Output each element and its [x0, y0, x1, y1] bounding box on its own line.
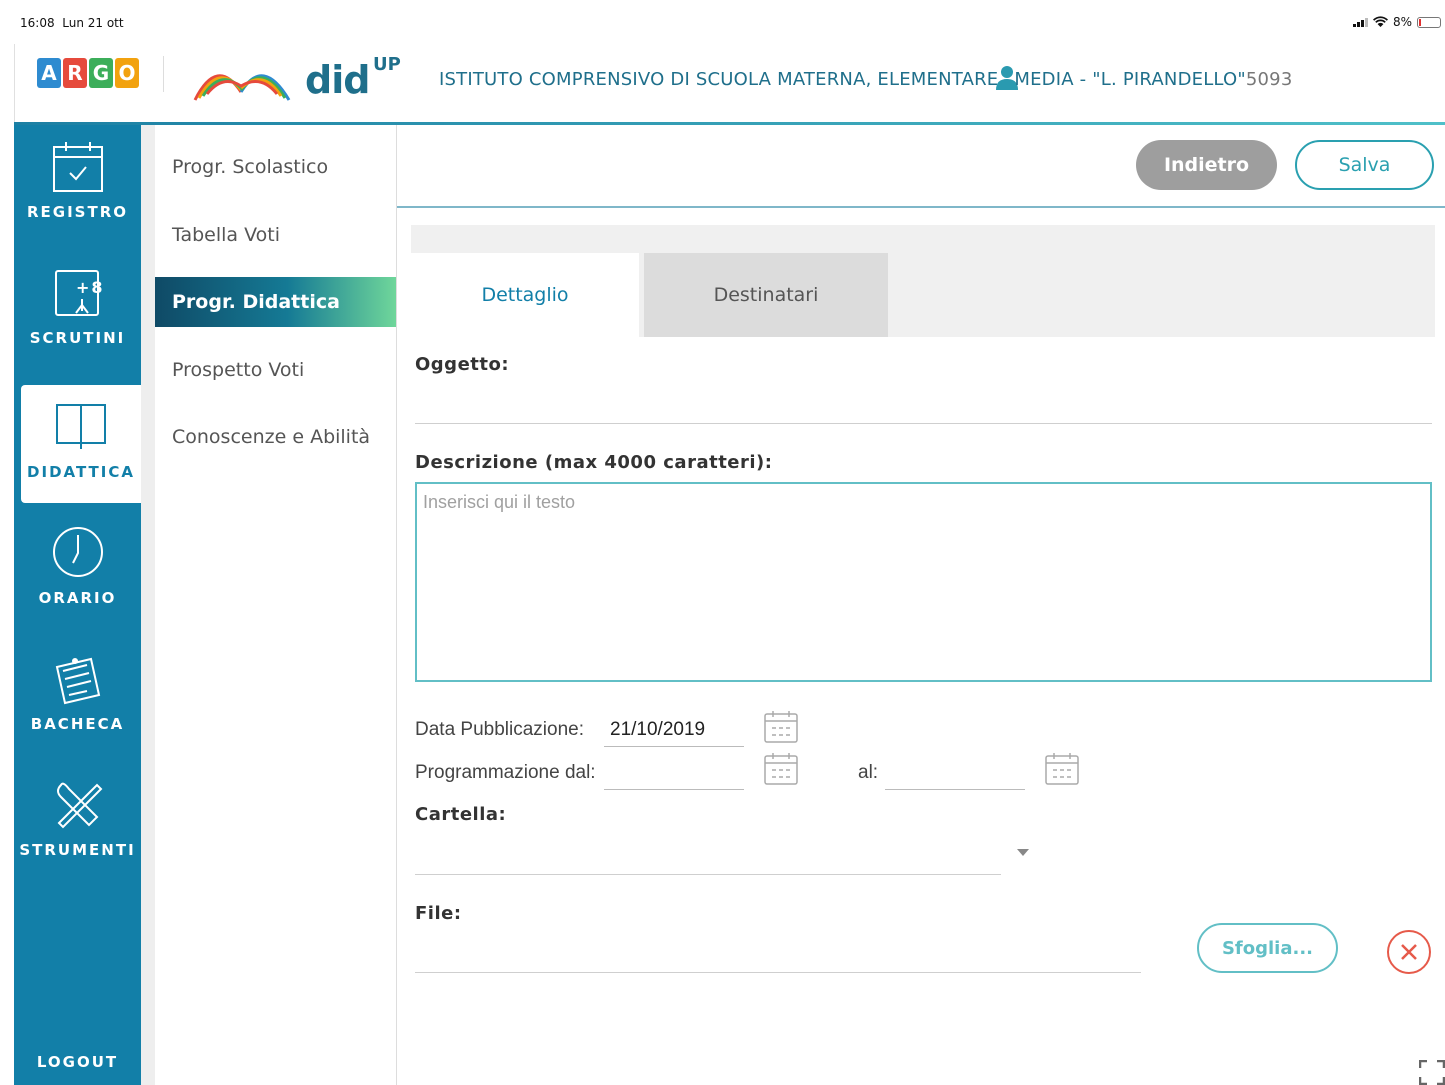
argo-letter: G [89, 58, 113, 88]
subject-input[interactable] [415, 423, 1432, 424]
argo-letter: R [63, 58, 87, 88]
nav-label: STRUMENTI [19, 841, 136, 859]
nav-registro[interactable]: REGISTRO [14, 125, 141, 243]
toolbar: Indietro Salva [397, 125, 1445, 208]
nav-label: ORARIO [38, 589, 117, 607]
submenu: Progr. Scolastico Tabella Voti Progr. Di… [155, 125, 397, 1085]
submenu-gutter [141, 125, 155, 1085]
calendar-icon[interactable] [1044, 752, 1080, 786]
status-time: 16:08 Lun 21 ott [20, 16, 124, 30]
submenu-item-conoscenze-abilita[interactable]: Conoscenze e Abilità [155, 412, 396, 462]
tab-dettaglio[interactable]: Dettaglio [411, 253, 639, 337]
battery-percent: 8% [1392, 15, 1412, 29]
status-date: Lun 21 ott [62, 16, 124, 30]
app-name-sup: UP [373, 54, 401, 75]
calendar-check-icon [52, 142, 103, 192]
battery-icon [1417, 16, 1441, 28]
signal-icon [1352, 17, 1368, 27]
argo-logo: A R G O [37, 58, 139, 88]
nav-label: SCRUTINI [29, 329, 126, 347]
nav-label: DIDATTICA [27, 463, 135, 481]
fullscreen-icon[interactable] [1419, 1060, 1445, 1085]
browse-button[interactable]: Sfoglia... [1197, 923, 1338, 973]
clock-icon [52, 527, 103, 577]
argo-letter: O [115, 58, 139, 88]
submenu-item-progr-scolastico[interactable]: Progr. Scolastico [155, 142, 396, 192]
schedule-to-label: al: [858, 762, 879, 783]
publication-date-input[interactable] [604, 713, 744, 747]
calendar-icon[interactable] [763, 710, 799, 744]
save-button[interactable]: Salva [1295, 140, 1434, 190]
svg-text:+8: +8 [76, 278, 104, 297]
nav-label: REGISTRO [26, 203, 129, 221]
header-divider [163, 56, 164, 92]
chevron-down-icon[interactable] [1017, 849, 1029, 856]
tools-icon [56, 782, 102, 829]
didup-logo-icon [193, 74, 291, 101]
open-book-icon [56, 404, 106, 449]
file-label: File: [415, 903, 462, 924]
nav-strumenti[interactable]: STRUMENTI [14, 763, 141, 881]
schedule-from-input[interactable] [604, 756, 744, 790]
submenu-item-progr-didattica[interactable]: Progr. Didattica [155, 277, 396, 327]
nav-didattica[interactable]: DIDATTICA [21, 385, 141, 503]
notice-board-icon [55, 657, 100, 705]
tab-bar: Dettaglio Destinatari [411, 225, 1435, 337]
school-code: 5093 [1245, 69, 1293, 90]
description-label: Descrizione (max 4000 caratteri): [415, 452, 773, 473]
school-name: ISTITUTO COMPRENSIVO DI SCUOLA MATERNA, … [439, 64, 1292, 90]
school-name-part1: ISTITUTO COMPRENSIVO DI SCUOLA MATERNA, … [439, 69, 999, 90]
status-bar: 16:08 Lun 21 ott 8% [0, 0, 1445, 44]
publication-date-label: Data Pubblicazione: [415, 719, 584, 740]
argo-letter: A [37, 58, 61, 88]
submenu-item-prospetto-voti[interactable]: Prospetto Voti [155, 345, 396, 395]
clear-icon[interactable] [1386, 929, 1432, 975]
calendar-icon[interactable] [763, 752, 799, 786]
logout-button[interactable]: LOGOUT [14, 1053, 141, 1071]
school-name-part2: MEDIA - "L. PIRANDELLO" [1014, 69, 1246, 90]
subject-label: Oggetto: [415, 354, 510, 375]
schedule-from-label: Programmazione dal: [415, 762, 596, 783]
main-content: Indietro Salva Dettaglio Destinatari Ogg… [397, 125, 1445, 1085]
description-textarea[interactable] [415, 482, 1432, 682]
back-button[interactable]: Indietro [1136, 140, 1277, 190]
app-header: A R G O did UP ISTITUTO COMPRENSIVO DI S… [14, 44, 1445, 124]
nav-label: BACHECA [30, 715, 125, 733]
status-clock: 16:08 [20, 16, 55, 30]
file-input[interactable] [415, 972, 1141, 973]
nav-orario[interactable]: ORARIO [14, 511, 141, 629]
schedule-to-input[interactable] [885, 756, 1025, 790]
nav-bacheca[interactable]: BACHECA [14, 637, 141, 755]
nav-scrutini[interactable]: +8 SCRUTINI [14, 251, 141, 369]
main-nav: REGISTRO +8 SCRUTINI DIDATTICA ORARIO BA… [14, 125, 141, 1085]
tab-destinatari[interactable]: Destinatari [644, 253, 888, 337]
wifi-icon [1372, 16, 1388, 27]
status-indicators: 8% [1352, 15, 1441, 29]
submenu-item-tabella-voti[interactable]: Tabella Voti [155, 210, 396, 260]
folder-select[interactable] [415, 874, 1001, 875]
folder-label: Cartella: [415, 804, 507, 825]
grade-board-icon: +8 [54, 270, 104, 316]
app-name: did [305, 58, 370, 102]
